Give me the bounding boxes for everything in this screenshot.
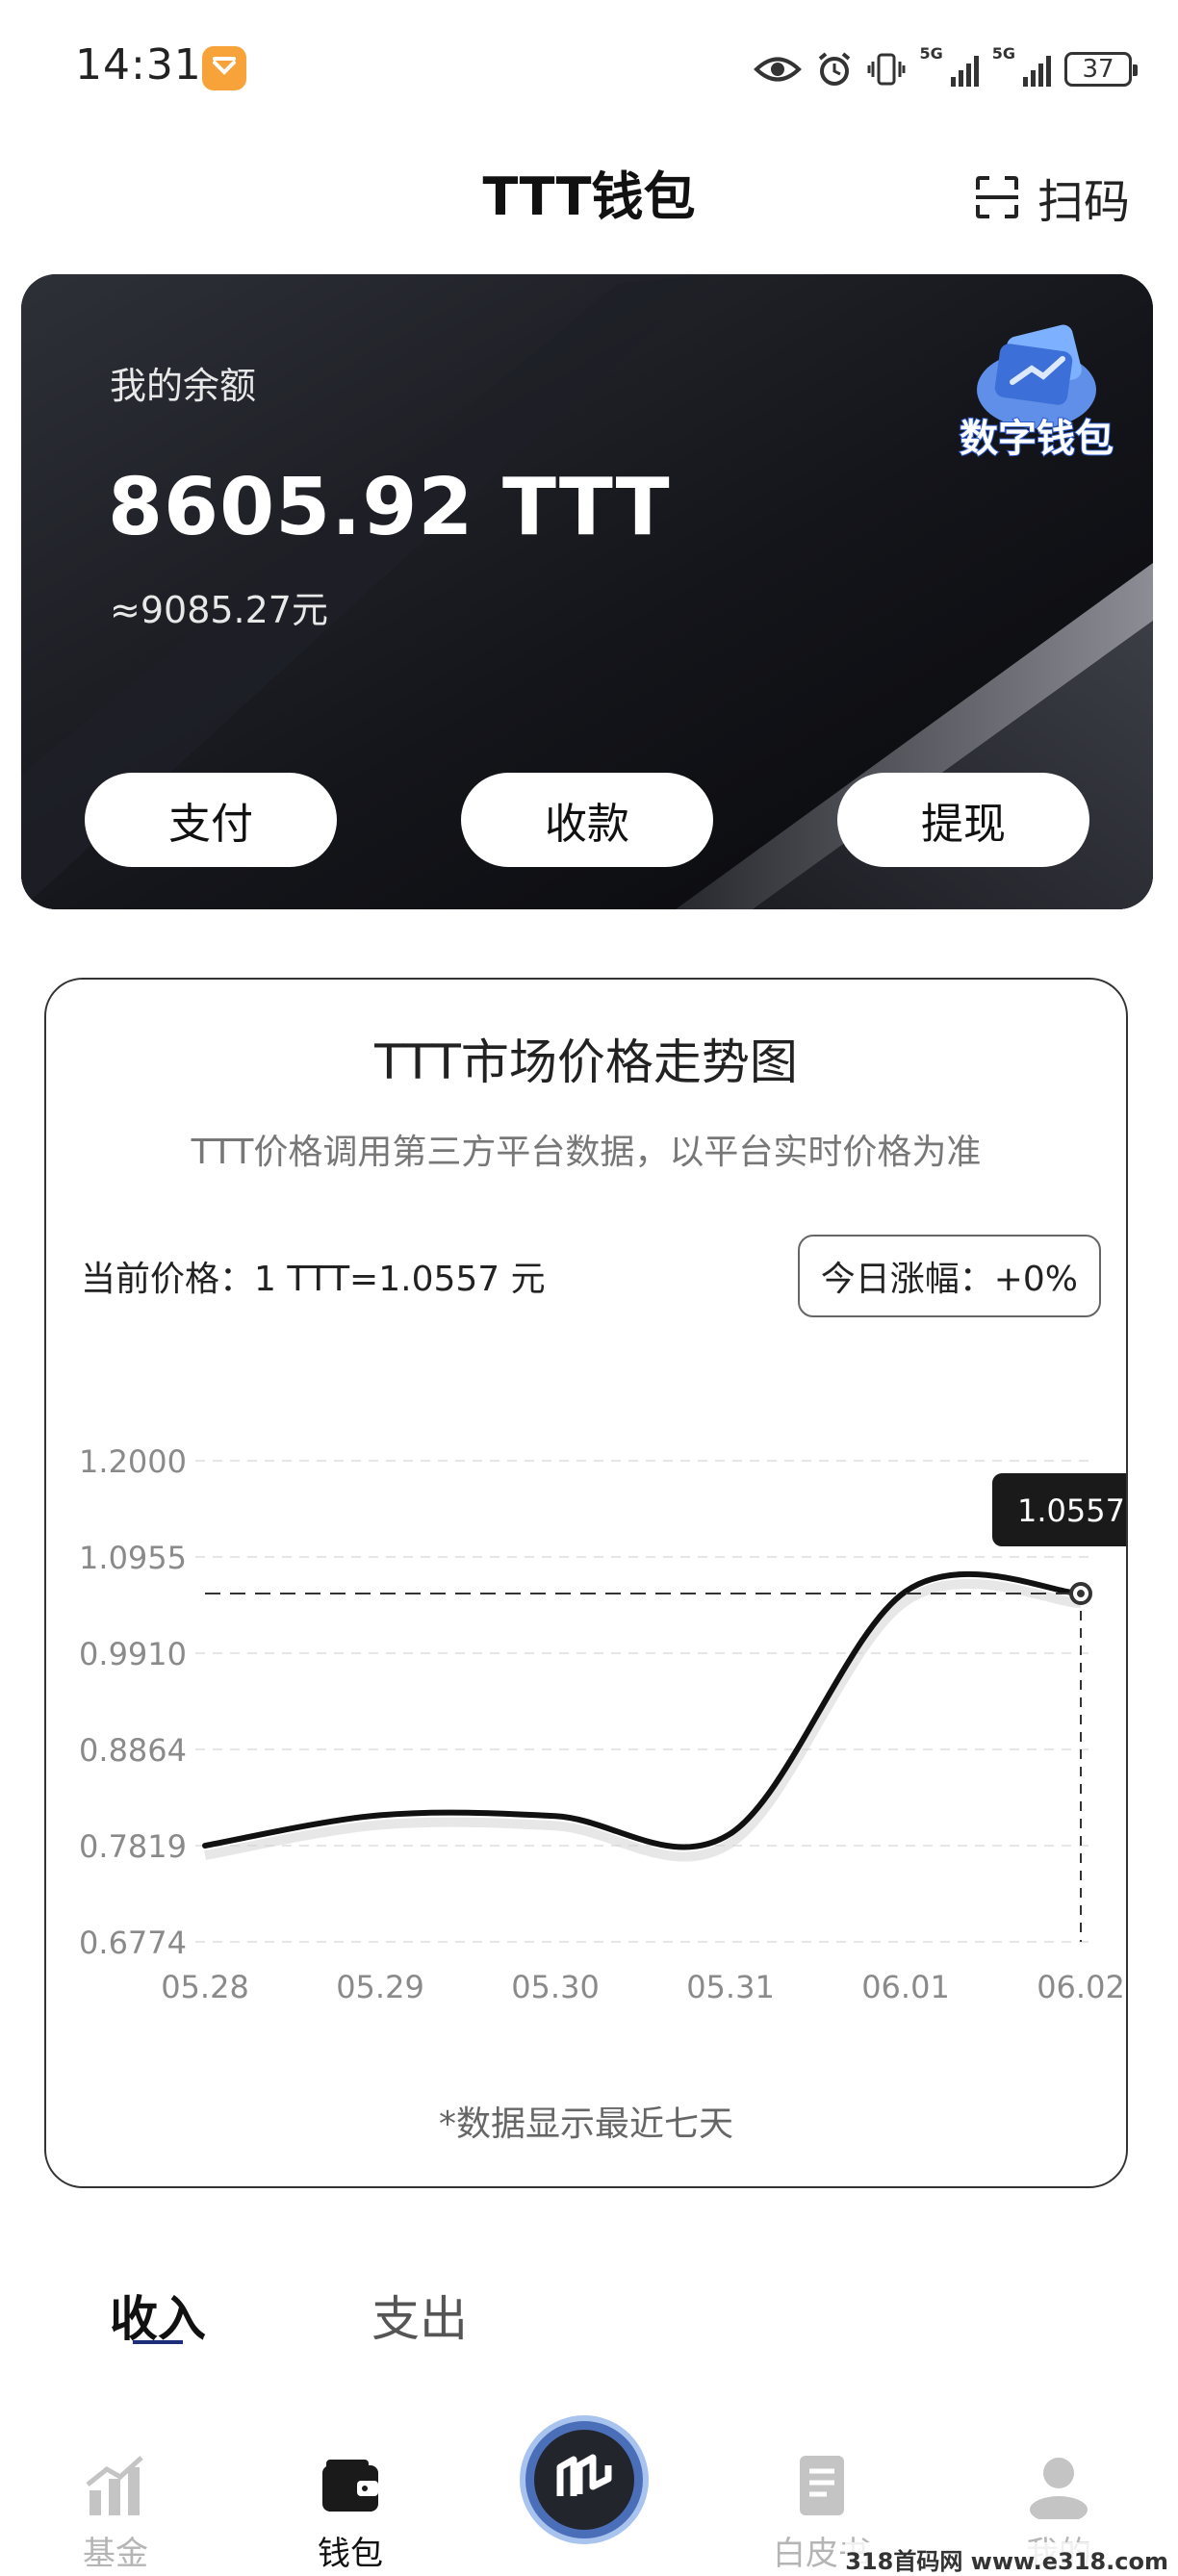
- nav-label-fund: 基金: [83, 2535, 148, 2573]
- signal-icon: [950, 52, 979, 87]
- tooltip-value: 1.0557: [1017, 1492, 1125, 1529]
- document-icon: [800, 2456, 844, 2515]
- nav-item-fund[interactable]: 基金: [38, 2452, 192, 2575]
- scan-button[interactable]: 扫码: [974, 164, 1130, 231]
- receive-button[interactable]: 收款: [461, 773, 713, 867]
- price-series-line: [202, 1570, 1084, 1850]
- withdraw-button[interactable]: 提现: [837, 773, 1089, 867]
- wallet-icon: [322, 2460, 378, 2512]
- x-tick-label: 05.29: [336, 1969, 424, 2005]
- scan-icon: [975, 176, 1018, 218]
- y-tick-label: 1.2000: [79, 1443, 187, 1480]
- bar-chart-icon: [86, 2456, 143, 2515]
- digital-wallet-badge: 数字钱包: [955, 322, 1118, 476]
- nav-label-wallet: 钱包: [318, 2535, 383, 2573]
- tab-expense[interactable]: 支出: [371, 2281, 468, 2350]
- today-change-badge: 今日涨幅：+0%: [797, 1235, 1101, 1317]
- network-type-1: 5G: [919, 44, 943, 63]
- y-tick-label: 0.6774: [79, 1925, 187, 1961]
- x-tick-label: 06.01: [861, 1969, 950, 2005]
- eye-icon: [754, 57, 803, 82]
- y-tick-label: 0.9910: [79, 1636, 187, 1672]
- vibrate-icon: [867, 53, 906, 86]
- line-shadow: [204, 1578, 1082, 1862]
- y-tick-label: 0.8864: [79, 1732, 187, 1769]
- nav-item-wallet[interactable]: 钱包: [273, 2452, 427, 2575]
- balance-amount: 8605.92 TTT: [108, 462, 671, 553]
- balance-label: 我的余额: [110, 365, 257, 407]
- y-tick-label: 1.0955: [79, 1540, 187, 1576]
- balance-cny-equivalent: ≈9085.27元: [110, 589, 328, 631]
- price-line-chart[interactable]: 1.2000 1.0955 0.9910 0.8864 0.7819 0.6774 05.2…: [46, 1403, 1126, 2038]
- x-tick-label: 05.28: [161, 1969, 249, 2005]
- watermark-text: 318首码网 www.e318.com: [845, 2542, 1168, 2576]
- price-chart-card: TTT市场价格走势图 TTT价格调用第三方平台数据，以平台实时价格为准 当前价格…: [44, 978, 1128, 2188]
- pay-button[interactable]: 支付: [85, 773, 337, 867]
- x-tick-label: 05.31: [686, 1969, 775, 2005]
- app-notification-icon: [202, 46, 246, 90]
- status-icons: 5G 5G 37: [754, 42, 1138, 96]
- scan-label: 扫码: [1037, 175, 1130, 229]
- battery-level: 37: [1082, 55, 1114, 84]
- balance-card: 我的余额 8605.92 TTT ≈9085.27元 数字钱包 支付 收款 提现: [21, 274, 1153, 909]
- active-tab-indicator: [133, 2340, 183, 2344]
- user-icon: [1030, 2458, 1088, 2519]
- wallet-badge-label: 数字钱包: [959, 416, 1114, 462]
- y-tick-label: 0.7819: [79, 1828, 187, 1865]
- current-value-point-core: [1077, 1590, 1085, 1598]
- current-price: 当前价格：1 TTT=1.0557 元: [81, 1260, 546, 1299]
- x-tick-label: 06.02: [1037, 1969, 1125, 2005]
- nav-center-logo-button[interactable]: [520, 2415, 649, 2544]
- app-logo-icon: [534, 2430, 634, 2530]
- chart-footnote: *数据显示最近七天: [438, 2104, 733, 2144]
- network-type-2: 5G: [991, 44, 1015, 63]
- status-time: 14:31: [75, 40, 202, 89]
- battery-icon: 37: [1064, 52, 1138, 87]
- signal-icon-2: [1023, 52, 1051, 87]
- x-tick-label: 05.30: [511, 1969, 600, 2005]
- chart-title: TTT市场价格走势图: [374, 1034, 798, 1090]
- alarm-icon: [819, 52, 851, 86]
- chart-subtitle: TTT价格调用第三方平台数据，以平台实时价格为准: [191, 1133, 982, 1172]
